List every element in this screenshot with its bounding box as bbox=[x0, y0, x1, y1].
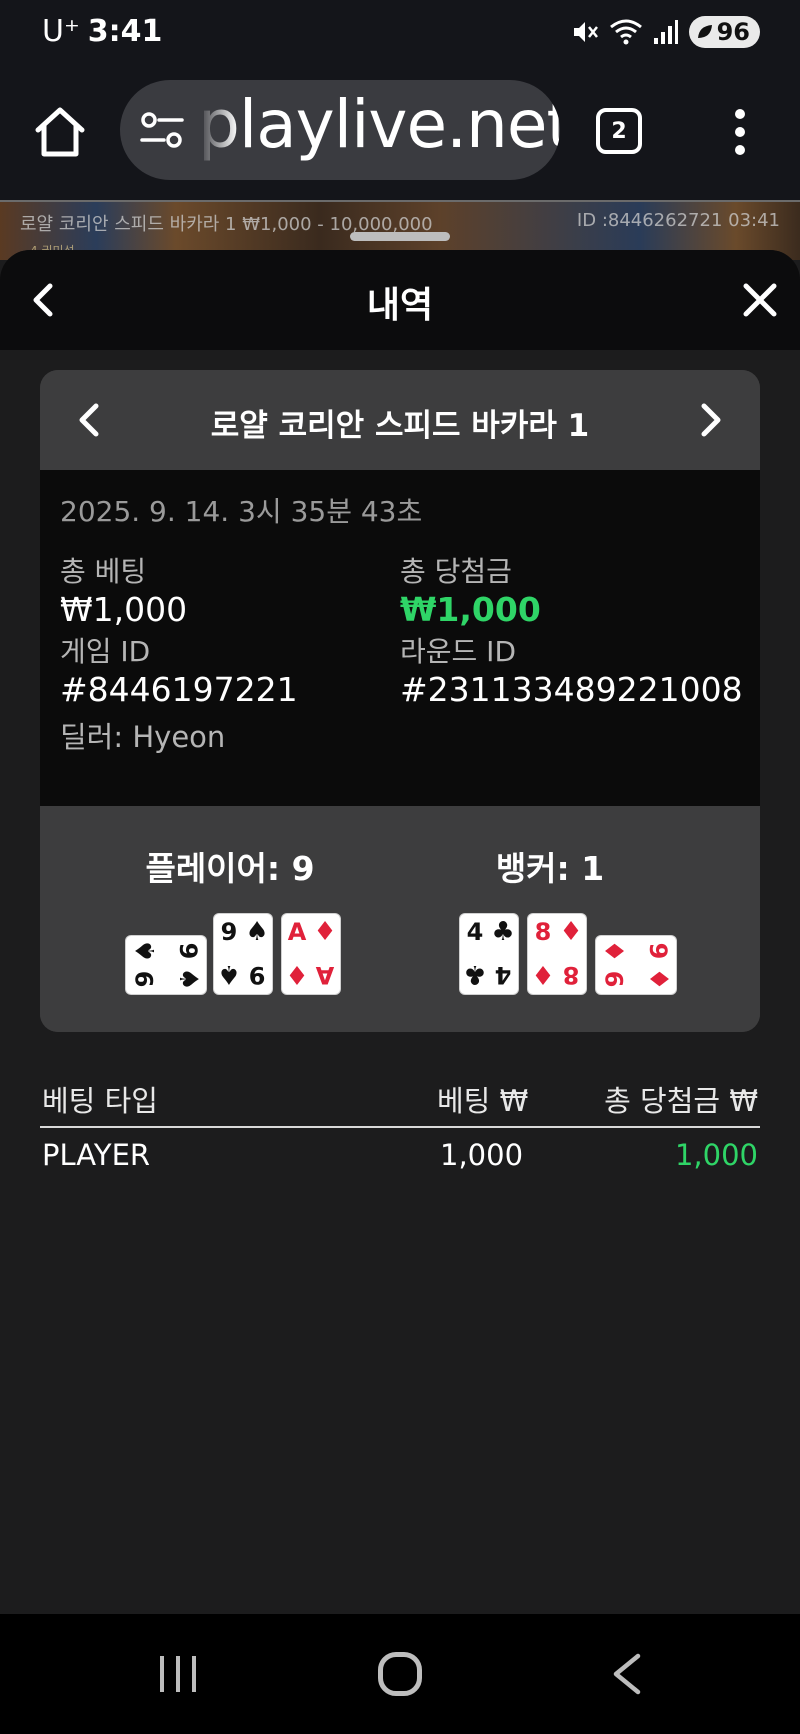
card-suit-icon: ♦ bbox=[601, 939, 631, 962]
header-bet-amount: 베팅 ₩ bbox=[437, 1084, 529, 1118]
table-row: PLAYER 1,000 1,000 bbox=[40, 1128, 760, 1188]
browser-toolbar: playlive.net 2 bbox=[0, 64, 800, 200]
bets-table: 베팅 타입 베팅 ₩ 총 당첨금 ₩ PLAYER 1,000 1,000 bbox=[40, 1070, 760, 1188]
site-settings-icon[interactable] bbox=[140, 112, 184, 148]
game-name: 로얄 코리안 스피드 바카라 1 bbox=[210, 408, 590, 444]
sheet-drag-handle[interactable] bbox=[350, 232, 450, 241]
card-suit-icon: ♦ bbox=[313, 917, 336, 947]
playing-card: A ♦ ♦ A bbox=[282, 914, 340, 994]
url-text[interactable]: playlive.net bbox=[198, 86, 560, 163]
playing-card: 4 ♣ ♣ 4 bbox=[460, 914, 518, 994]
card-suit-icon: ♦ bbox=[531, 959, 554, 989]
card-rank: 9 bbox=[249, 961, 266, 989]
tab-switcher-button[interactable]: 2 bbox=[596, 108, 642, 154]
card-rank: 4 bbox=[495, 961, 512, 989]
playing-card: 9 ♠ ♠ 9 bbox=[126, 936, 206, 994]
hands-panel: 플레이어: 9 뱅커: 1 9 ♠ ♠ 9 9 ♠ ♠ 9 A ♦ ♦ A 4 ♣ ♣ 4 8 ♦ ♦ 8 9 ♦ ♦ 9 bbox=[40, 806, 760, 1032]
signal-icon bbox=[653, 20, 678, 44]
battery-icon bbox=[697, 25, 712, 38]
card-suit-icon: ♠ bbox=[131, 939, 161, 962]
status-icons: 96 bbox=[571, 14, 760, 50]
system-home-icon[interactable] bbox=[378, 1652, 422, 1696]
round-info: 2025. 9. 14. 3시 35분 43초 총 베팅 ₩1,000 총 당첨… bbox=[40, 470, 760, 806]
status-bar: U⁺ 3:41 96 bbox=[0, 0, 800, 64]
battery-level: 96 bbox=[716, 18, 750, 46]
bet-type-cell: PLAYER bbox=[42, 1138, 151, 1172]
sheet-header: 내역 bbox=[0, 250, 800, 350]
playing-card: 9 ♠ ♠ 9 bbox=[214, 914, 272, 994]
header-total-win: 총 당첨금 ₩ bbox=[604, 1084, 758, 1118]
bets-table-header: 베팅 타입 베팅 ₩ 총 당첨금 ₩ bbox=[40, 1070, 760, 1128]
wifi-icon bbox=[609, 19, 642, 45]
card-suit-icon: ♦ bbox=[559, 917, 582, 947]
card-suit-icon: ♣ bbox=[463, 959, 486, 989]
card-rank: 9 bbox=[221, 918, 238, 946]
card-suit-icon: ♣ bbox=[491, 917, 514, 947]
header-bet-type: 베팅 타입 bbox=[42, 1084, 158, 1118]
next-round-icon[interactable] bbox=[698, 402, 724, 438]
card-rank: A bbox=[288, 918, 307, 946]
card-suit-icon: ♠ bbox=[217, 959, 240, 989]
game-id-value: #8446197221 bbox=[60, 670, 298, 709]
playing-card: 8 ♦ ♦ 8 bbox=[528, 914, 586, 994]
card-rank: 8 bbox=[535, 918, 552, 946]
system-back-icon[interactable] bbox=[608, 1652, 644, 1696]
game-id-text: ID :8446262721 03:41 bbox=[576, 210, 780, 231]
card-rank: A bbox=[315, 961, 334, 989]
card-rank: 9 bbox=[174, 943, 202, 960]
round-datetime: 2025. 9. 14. 3시 35분 43초 bbox=[60, 495, 423, 528]
card-rank: 8 bbox=[563, 961, 580, 989]
battery-indicator: 96 bbox=[688, 16, 760, 48]
status-time: 3:41 bbox=[87, 14, 163, 49]
system-navigation-bar bbox=[0, 1614, 800, 1734]
card-rank: 9 bbox=[131, 971, 159, 988]
card-rank: 9 bbox=[601, 971, 629, 988]
player-score: 플레이어: 9 bbox=[145, 849, 315, 888]
round-navigator: 로얄 코리안 스피드 바카라 1 bbox=[40, 370, 760, 470]
bet-amount-cell: 1,000 bbox=[440, 1138, 524, 1172]
more-options-icon[interactable] bbox=[726, 104, 754, 160]
round-id-value: #231133489221008 bbox=[400, 670, 743, 709]
mute-icon bbox=[573, 22, 598, 42]
close-icon[interactable] bbox=[742, 282, 778, 318]
status-left: U⁺ 3:41 bbox=[42, 14, 162, 49]
address-bar[interactable]: playlive.net bbox=[120, 80, 560, 180]
total-win-label: 총 당첨금 bbox=[400, 555, 512, 588]
card-suit-icon: ♦ bbox=[285, 959, 308, 989]
card-suit-icon: ♠ bbox=[173, 967, 203, 990]
win-amount-cell: 1,000 bbox=[674, 1138, 758, 1172]
round-detail-card: 로얄 코리안 스피드 바카라 1 2025. 9. 14. 3시 35분 43초… bbox=[40, 370, 760, 1032]
banker-score: 뱅커: 1 bbox=[495, 849, 605, 888]
recent-apps-icon[interactable] bbox=[158, 1654, 198, 1694]
carrier-label: U⁺ bbox=[42, 14, 80, 49]
total-bet-value: ₩1,000 bbox=[60, 590, 188, 629]
sheet-title: 내역 bbox=[366, 285, 434, 326]
card-rank: 4 bbox=[467, 918, 484, 946]
card-suit-icon: ♠ bbox=[245, 917, 268, 947]
game-id-label: 게임 ID bbox=[60, 635, 151, 668]
history-sheet: 내역 로얄 코리안 스피드 바카라 1 2025. 9. 14. 3시 35분 … bbox=[0, 250, 800, 1614]
home-icon[interactable] bbox=[32, 104, 88, 160]
total-bet-label: 총 베팅 bbox=[60, 555, 147, 588]
card-rank: 9 bbox=[644, 943, 672, 960]
total-win-value: ₩1,000 bbox=[400, 590, 541, 629]
round-id-label: 라운드 ID bbox=[400, 635, 516, 668]
dealer-name: 딜러: Hyeon bbox=[60, 720, 226, 754]
card-suit-icon: ♦ bbox=[643, 967, 673, 990]
playing-card: 9 ♦ ♦ 9 bbox=[596, 936, 676, 994]
